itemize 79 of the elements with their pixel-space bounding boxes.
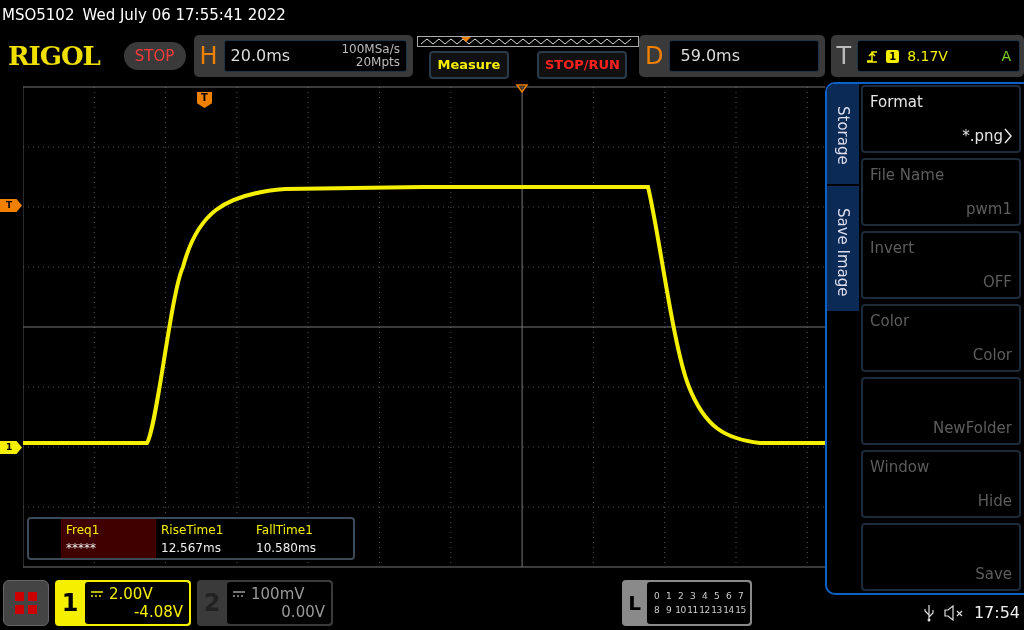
measurement-item[interactable]: FallTime1 10.580ms xyxy=(251,519,346,558)
digital-channel-number: 8 xyxy=(652,603,661,616)
digital-channel-number: 11 xyxy=(687,603,698,616)
channel-offset: -4.08V xyxy=(133,602,183,621)
sample-rate: 100MSa/s xyxy=(341,43,400,56)
delay-value: 59.0ms xyxy=(680,45,740,67)
softkey-value: Save xyxy=(975,563,1012,585)
delay-panel[interactable]: D 59.0ms xyxy=(638,35,825,77)
measurement-item[interactable]: Freq1 ***** xyxy=(61,519,156,558)
menu-tab[interactable]: Save Image xyxy=(827,186,859,311)
digital-channel-number: 10 xyxy=(675,603,686,616)
speaker-muted-icon xyxy=(943,604,964,621)
trigger-level-value: 8.17V xyxy=(907,46,948,66)
softkey-label: File Name xyxy=(870,165,945,186)
softkey-value: OFF xyxy=(982,271,1012,293)
main-menu-button[interactable] xyxy=(3,579,49,626)
measurement-value: 10.580ms xyxy=(256,539,317,557)
brand-logo: RIGOL xyxy=(8,39,102,73)
date-time: Wed July 06 17:55:41 2022 xyxy=(82,4,286,26)
timebase-value: 20.0ms xyxy=(230,45,291,67)
rising-edge-icon xyxy=(866,49,879,63)
digital-channel-number: 4 xyxy=(700,589,709,602)
digital-channel-number: 9 xyxy=(664,603,673,616)
digital-channel-number: 14 xyxy=(723,603,734,616)
menu-tab[interactable]: Storage xyxy=(827,84,859,184)
measurement-name: FallTime1 xyxy=(256,521,314,539)
run-status-badge: STOP xyxy=(123,42,186,70)
logic-label: L xyxy=(627,589,642,617)
grid-menu-icon xyxy=(15,591,37,614)
softkey-value: pwm1 xyxy=(966,198,1012,220)
softkey-value: Color xyxy=(972,344,1012,366)
menu-softkey[interactable]: Format *.png xyxy=(861,85,1021,153)
center-marker-icon xyxy=(515,84,529,94)
measurement-value: ***** xyxy=(66,539,97,557)
trigger-level-marker: T xyxy=(0,199,22,212)
dc-coupling-icon xyxy=(91,590,103,597)
stop-run-button[interactable]: STOP/RUN xyxy=(536,51,627,79)
memory-depth: 20Mpts xyxy=(355,56,400,69)
model-name: MSO5102 xyxy=(2,4,75,26)
digital-channel-number: 15 xyxy=(735,603,746,616)
channel-scale: 2.00V xyxy=(109,584,153,603)
measurement-item[interactable]: RiseTime1 12.567ms xyxy=(156,519,251,558)
delay-label: D xyxy=(644,41,664,72)
clock-time: 17:54 xyxy=(973,601,1020,624)
trigger-source-badge: 1 xyxy=(886,49,900,63)
digital-channel-number: 13 xyxy=(711,603,722,616)
digital-channel-number: 1 xyxy=(664,589,673,602)
digital-channel-number: 12 xyxy=(699,603,710,616)
measure-button[interactable]: Measure xyxy=(428,51,509,79)
usb-icon xyxy=(923,603,934,622)
softkey-label: Format xyxy=(870,92,923,113)
digital-channel-number: 5 xyxy=(712,589,721,602)
channel-offset: 0.00V xyxy=(281,602,325,621)
trigger-mode: A xyxy=(1001,46,1011,66)
softkey-label: Color xyxy=(870,311,910,332)
softkey-value: Hide xyxy=(977,490,1012,512)
channel-panel[interactable]: 1 2.00V -4.08V xyxy=(55,579,191,626)
softkey-label: Window xyxy=(870,457,930,478)
softkey-label: Invert xyxy=(870,238,915,259)
channel-number: 1 xyxy=(60,587,80,619)
digital-channel-number: 7 xyxy=(736,589,745,602)
measurement-value: 12.567ms xyxy=(161,539,222,557)
digital-channel-number: 6 xyxy=(724,589,733,602)
horizontal-panel[interactable]: H 20.0ms 100MSa/s 20Mpts xyxy=(193,35,413,77)
softkey-value: *.png xyxy=(962,125,1003,147)
measurement-name: Freq1 xyxy=(66,521,101,539)
channel-scale: 100mV xyxy=(251,584,305,603)
digital-channel-number: 0 xyxy=(652,589,661,602)
trigger-label: T xyxy=(836,41,852,72)
trigger-panel[interactable]: T 1 8.17V A xyxy=(830,35,1024,77)
measurement-name: RiseTime1 xyxy=(161,521,225,539)
trigger-position-marker: T xyxy=(197,92,212,108)
digital-channel-number: 3 xyxy=(688,589,697,602)
digital-channel-number: 2 xyxy=(676,589,685,602)
logic-panel[interactable]: L 0 1 2 3 4 5 6 7 8 9 10 11 12 13 14 15 xyxy=(622,579,752,626)
dc-coupling-icon xyxy=(233,590,245,597)
horizontal-label: H xyxy=(199,41,218,72)
softkey-value: NewFolder xyxy=(932,417,1012,439)
channel-offset-marker: 1 xyxy=(0,441,22,454)
